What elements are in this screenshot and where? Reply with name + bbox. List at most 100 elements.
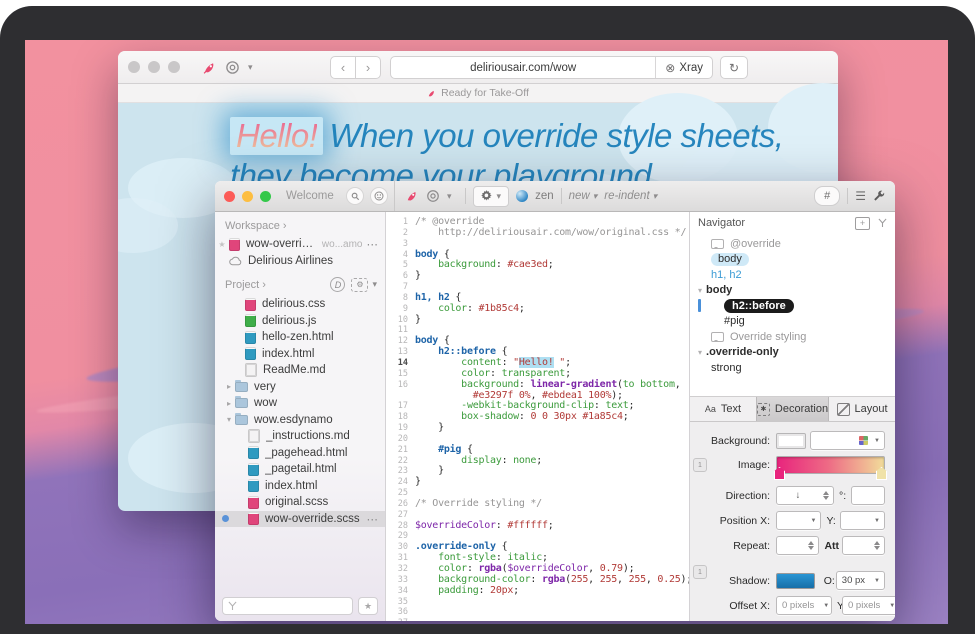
workspace-header[interactable]: Workspace › <box>215 212 385 236</box>
list-icon[interactable]: ☰ <box>855 189 866 203</box>
shadow-color-swatch[interactable] <box>776 573 815 589</box>
code-line[interactable]: 35 <box>386 597 689 608</box>
zoom-button[interactable] <box>168 61 180 73</box>
publish-settings-icon[interactable]: ⚙ <box>351 278 368 292</box>
more-button[interactable]: ⋯ <box>367 237 380 251</box>
position-y-dropdown[interactable]: ▼ <box>840 511 885 530</box>
hash-button[interactable]: # <box>814 186 840 206</box>
file-row[interactable]: index.html <box>215 346 385 363</box>
background-style-dropdown[interactable]: ▼ <box>810 431 885 450</box>
navigator-item[interactable]: Override styling <box>690 329 895 345</box>
tab-layout[interactable]: Layout <box>829 397 895 421</box>
tab-text[interactable]: Aa Text <box>690 397 756 421</box>
gradient-stop-end[interactable] <box>876 467 887 480</box>
navigator-filter-icon[interactable] <box>878 218 887 228</box>
search-button[interactable] <box>346 187 364 205</box>
code-line[interactable]: 10} <box>386 315 689 326</box>
disclosure-triangle[interactable]: ▾ <box>223 415 235 424</box>
chevron-down-icon[interactable]: ▾ <box>447 191 452 202</box>
background-color-swatch[interactable] <box>776 433 806 449</box>
file-row[interactable]: hello-zen.html <box>215 329 385 346</box>
offset-x-dropdown[interactable]: 0 pixels▼ <box>776 596 832 615</box>
code-line[interactable]: 5 background: #cae3ed; <box>386 260 689 271</box>
navigator-item[interactable]: h1, h2 <box>690 267 895 283</box>
file-row[interactable]: delirious.css <box>215 296 385 313</box>
navigator-item[interactable]: ▾body <box>690 283 895 299</box>
code-line[interactable]: 9 color: #1b85c4; <box>386 304 689 315</box>
code-line[interactable]: 6} <box>386 271 689 282</box>
reload-button[interactable]: ↻ <box>720 56 748 79</box>
code-line[interactable]: 24} <box>386 477 689 488</box>
code-line[interactable]: 34 padding: 20px; <box>386 586 689 597</box>
back-button[interactable]: ‹ <box>330 56 356 79</box>
actions-menu-button[interactable]: ▾ <box>473 186 510 207</box>
feedback-button[interactable] <box>370 187 388 205</box>
favorites-filter-button[interactable]: ★ <box>358 597 378 615</box>
code-line[interactable]: 23 } <box>386 466 689 477</box>
xray-button[interactable]: ⊗ Xray <box>655 57 712 78</box>
code-line[interactable]: 19 } <box>386 423 689 434</box>
file-row[interactable]: wow-override.scss⋯ <box>215 511 385 528</box>
minimize-button[interactable] <box>242 191 253 202</box>
file-row[interactable]: delirious.js <box>215 313 385 330</box>
rocket-icon[interactable] <box>202 60 217 75</box>
code-editor[interactable]: 1/* @override2 http://deliriousair.com/w… <box>386 212 689 621</box>
navigator-item[interactable]: strong <box>690 360 895 376</box>
disclosure-triangle[interactable]: ▸ <box>223 399 235 408</box>
file-row[interactable]: ReadMe.md <box>215 362 385 379</box>
zen-icon[interactable] <box>516 190 528 202</box>
chevron-down-icon[interactable]: ▾ <box>248 62 253 73</box>
attachment-select[interactable] <box>842 536 885 555</box>
target-icon[interactable] <box>225 60 240 75</box>
code-line[interactable]: 36 <box>386 607 689 618</box>
zen-label[interactable]: zen <box>535 190 554 202</box>
offset-y-dropdown[interactable]: 0 pixels▼ <box>842 596 895 615</box>
workspace-item[interactable]: Delirious Airlines <box>215 253 385 270</box>
repeat-select[interactable] <box>776 536 819 555</box>
code-line[interactable]: 26/* Override styling */ <box>386 499 689 510</box>
snippet-reindent[interactable]: re-indent▾ <box>604 190 657 202</box>
code-line[interactable]: 28$overrideColor: #ffffff; <box>386 521 689 532</box>
close-button[interactable] <box>128 61 140 73</box>
code-line[interactable]: 37 <box>386 618 689 621</box>
forward-button[interactable]: › <box>356 56 381 79</box>
dynamo-icon[interactable]: D <box>330 277 345 292</box>
gradient-stop-start[interactable] <box>774 467 785 480</box>
layer-badge[interactable]: 1 <box>693 565 707 579</box>
code-line[interactable]: 2 http://deliriousair.com/wow/original.c… <box>386 228 689 239</box>
minimize-button[interactable] <box>148 61 160 73</box>
workspace-item[interactable]: ★wow-override.scsswo...amo⋯ <box>215 236 385 253</box>
file-row[interactable]: _pagetail.html <box>215 461 385 478</box>
close-button[interactable] <box>224 191 235 202</box>
disclosure-triangle[interactable]: ▸ <box>223 382 235 391</box>
direction-select[interactable]: ↓ <box>776 486 834 505</box>
position-x-dropdown[interactable]: ▼ <box>776 511 821 530</box>
wrench-icon[interactable] <box>873 190 885 202</box>
url-text[interactable]: deliriousair.com/wow <box>391 62 655 74</box>
filter-field[interactable] <box>222 597 353 615</box>
folder-row[interactable]: ▸wow <box>215 395 385 412</box>
folder-row[interactable]: ▸very <box>215 379 385 396</box>
url-field[interactable]: deliriousair.com/wow ⊗ Xray <box>390 56 713 79</box>
navigator-item[interactable]: ▾.override-only <box>690 345 895 361</box>
snippet-new[interactable]: new▾ <box>569 190 598 202</box>
add-group-icon[interactable]: + <box>855 217 870 230</box>
project-header[interactable]: Project › D ⚙ ▾ <box>215 269 385 296</box>
navigator-item[interactable]: h2::before <box>690 298 895 314</box>
more-button[interactable]: ⋯ <box>367 512 380 526</box>
folder-row[interactable]: ▾wow.esdynamo <box>215 412 385 429</box>
target-icon[interactable] <box>426 189 440 203</box>
navigator-item[interactable]: #pig <box>690 314 895 330</box>
file-row[interactable]: _instructions.md <box>215 428 385 445</box>
file-row[interactable]: _pagehead.html <box>215 445 385 462</box>
file-row[interactable]: index.html <box>215 478 385 495</box>
zoom-button[interactable] <box>260 191 271 202</box>
disclosure-triangle[interactable]: ▾ <box>698 348 702 357</box>
file-row[interactable]: original.scss <box>215 494 385 511</box>
navigator-item[interactable]: body <box>690 252 895 268</box>
tab-decoration[interactable]: ✱ Decoration <box>756 397 829 421</box>
navigator-item[interactable]: @override <box>690 236 895 252</box>
shadow-blur-dropdown[interactable]: 30 px▼ <box>836 571 885 590</box>
disclosure-triangle[interactable]: ▾ <box>698 286 702 295</box>
degrees-field[interactable] <box>851 486 885 505</box>
